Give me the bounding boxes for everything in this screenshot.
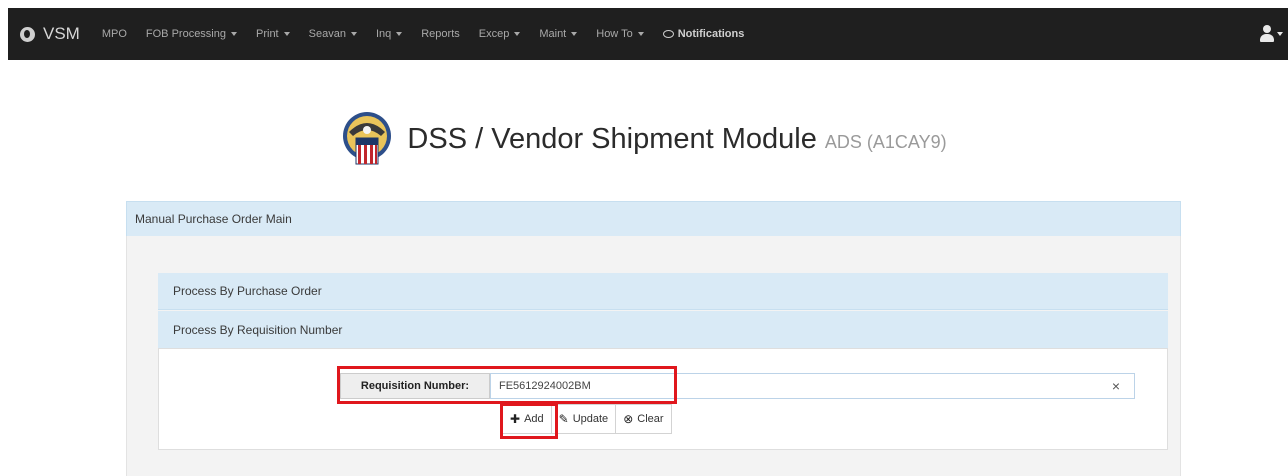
nav-item-reports[interactable]: Reports — [421, 28, 460, 40]
nav-menu: MPO FOB Processing Print Seavan Inq Repo… — [102, 28, 764, 40]
nav-label: Excep — [478, 28, 510, 40]
nav-label: Print — [256, 28, 279, 40]
clear-button[interactable]: ⊗ Clear — [615, 404, 672, 434]
section-label: Process By Purchase Order — [173, 284, 322, 298]
nav-item-inq[interactable]: Inq — [375, 28, 403, 40]
update-button[interactable]: ✎ Update — [550, 404, 617, 434]
nav-item-fob-processing[interactable]: FOB Processing — [146, 28, 237, 40]
globe-icon — [20, 26, 35, 42]
caret-down-icon — [350, 32, 357, 36]
page-header: DSS / Vendor Shipment Module ADS (A1CAY9… — [0, 110, 1288, 168]
caret-down-icon — [1277, 32, 1283, 36]
clear-input-icon[interactable]: × — [1106, 376, 1126, 396]
nav-label: Seavan — [308, 28, 346, 40]
caret-down-icon — [637, 32, 644, 36]
user-icon — [1259, 25, 1275, 43]
nav-label: Maint — [539, 28, 567, 40]
nav-item-seavan[interactable]: Seavan — [309, 28, 357, 40]
nav-item-print[interactable]: Print — [256, 28, 290, 40]
brand-link[interactable]: VSM — [8, 24, 80, 44]
nav-item-how-to[interactable]: How To — [596, 28, 644, 40]
nav-item-notifications[interactable]: Notifications — [662, 28, 745, 40]
nav-label: Reports — [421, 28, 460, 40]
caret-down-icon — [571, 32, 578, 36]
page-title: DSS / Vendor Shipment Module — [407, 122, 817, 155]
update-label: Update — [572, 413, 609, 425]
section-process-by-purchase-order[interactable]: Process By Purchase Order — [158, 273, 1168, 310]
section-label: Process By Requisition Number — [173, 322, 343, 337]
caret-down-icon — [283, 32, 290, 36]
clear-label: Clear — [637, 413, 664, 425]
panel-title: Manual Purchase Order Main — [135, 212, 292, 226]
top-navbar: VSM MPO FOB Processing Print Seavan Inq … — [8, 8, 1288, 60]
nav-label: MPO — [101, 28, 127, 40]
page-subtitle: ADS (A1CAY9) — [824, 131, 947, 152]
nav-label: Notifications — [677, 28, 745, 40]
comment-icon — [662, 30, 674, 38]
caret-down-icon — [231, 32, 237, 36]
nav-label: How To — [596, 28, 633, 40]
circle-x-icon: ⊗ — [623, 412, 634, 426]
caret-down-icon — [396, 32, 403, 36]
nav-item-mpo[interactable]: MPO — [102, 28, 127, 40]
nav-item-excep[interactable]: Excep — [479, 28, 521, 40]
agency-seal-logo — [341, 110, 393, 168]
nav-label: Inq — [375, 28, 392, 40]
nav-item-maint[interactable]: Maint — [539, 28, 578, 40]
brand-label: VSM — [43, 24, 80, 43]
section-process-by-requisition-number[interactable]: Process By Requisition Number — [158, 311, 1168, 348]
caret-down-icon — [514, 32, 521, 36]
panel-header: Manual Purchase Order Main — [126, 201, 1181, 237]
highlight-requisition-field — [337, 366, 677, 404]
nav-label: FOB Processing — [145, 28, 226, 40]
pencil-icon: ✎ — [558, 412, 569, 426]
user-menu-button[interactable] — [1254, 8, 1288, 60]
highlight-add-button — [500, 403, 558, 439]
